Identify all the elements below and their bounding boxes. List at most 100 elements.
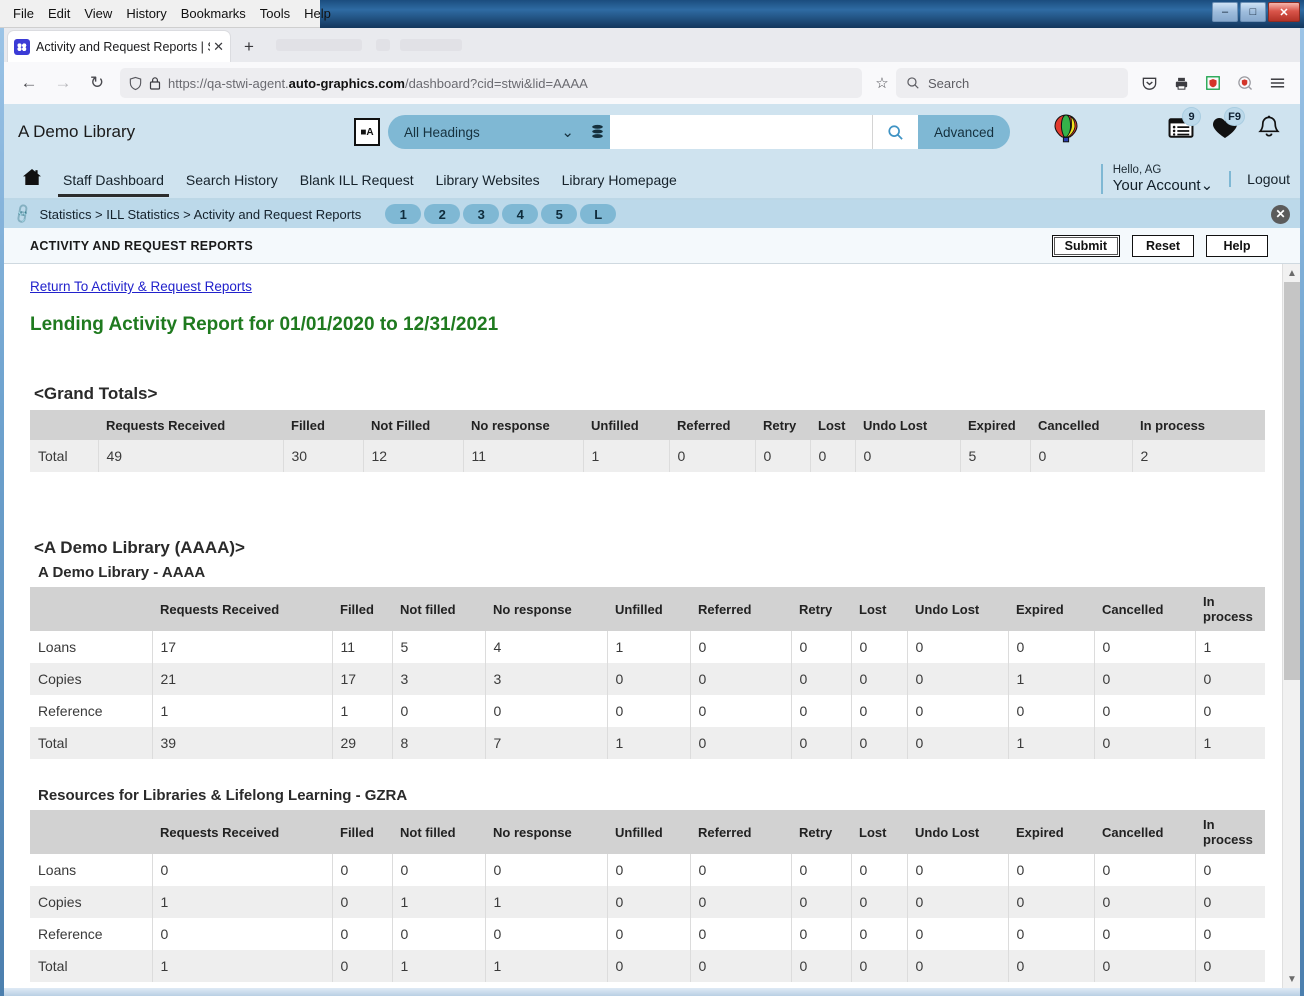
headings-select[interactable]: All Headings ⌄ [388,115,584,149]
menu-icon[interactable] [1262,69,1292,97]
back-icon[interactable]: ← [12,68,46,98]
window-titlebar: File Edit View History Bookmarks Tools H… [0,0,1304,28]
col-referred: Referred [690,810,791,854]
step-pill-l[interactable]: L [580,204,617,224]
breadcrumb: Statistics > ILL Statistics > Activity a… [39,206,362,222]
minimize-button[interactable]: – [1212,2,1238,22]
database-icon[interactable] [584,115,610,149]
vertical-scrollbar[interactable]: ▲ ▼ [1282,264,1300,988]
col-requests-received: Requests Received [152,587,332,631]
print-icon[interactable] [1166,69,1196,97]
col-retry: Retry [791,810,851,854]
ocr-keyboard-icon[interactable]: ■ A [354,118,380,146]
submit-button[interactable]: Submit [1051,234,1120,257]
cell-referred: 0 [669,440,756,472]
cell-undo-lost: 0 [907,918,1009,950]
menu-edit[interactable]: Edit [41,3,77,25]
nav-search-history[interactable]: Search History [175,162,289,196]
step-pill-4[interactable]: 4 [502,204,539,224]
browser-navbar: ← → ↻ https://qa-stwi-agent.auto-graphic… [4,62,1300,104]
col-expired: Expired [960,410,1030,440]
col-blank [30,410,98,440]
return-to-reports-link[interactable]: Return To Activity & Request Reports [30,279,252,294]
help-button[interactable]: Help [1206,234,1268,257]
new-tab-button[interactable]: + [244,37,254,57]
bookmark-star-icon[interactable]: ☆ [868,69,896,97]
hot-air-balloon-icon[interactable] [1052,114,1080,150]
account-label: Your Account⌄ [1112,176,1214,194]
nav-library-homepage[interactable]: Library Homepage [551,162,688,196]
tab-title: Activity and Request Reports | S [36,39,211,54]
col-unfilled: Unfilled [607,810,690,854]
col-in-process: In process [1195,810,1265,854]
col-lost: Lost [810,410,855,440]
menu-view[interactable]: View [77,3,119,25]
logout-link[interactable]: Logout [1229,171,1290,187]
scrollbar-thumb[interactable] [1284,282,1300,680]
reload-icon[interactable]: ↻ [80,68,114,98]
table-row: Total 49 30 12 11 1 0 0 0 0 5 0 2 [30,440,1265,472]
your-account-menu[interactable]: Hello, AG Your Account⌄ [1100,163,1229,195]
table-row: Copies 21 17 3 3 0 0 0 0 0 1 0 0 [30,663,1265,695]
cell-retry: 0 [791,631,852,663]
section-subheading-gzra: Resources for Libraries & Lifelong Learn… [38,787,408,804]
cell-retry: 0 [791,727,852,759]
tab-close-icon[interactable]: ✕ [213,39,224,55]
cell-lost: 0 [851,631,908,663]
nav-staff-dashboard[interactable]: Staff Dashboard [52,162,175,197]
bitwarden-icon[interactable] [1198,69,1228,97]
step-pill-3[interactable]: 3 [463,204,500,224]
cell-not-filled: 1 [392,886,486,918]
menu-help[interactable]: Help [297,3,338,25]
scroll-up-arrow-icon[interactable]: ▲ [1283,264,1300,282]
url-bar[interactable]: https://qa-stwi-agent.auto-graphics.com/… [120,68,862,98]
cell-label: Copies [30,663,153,695]
library-table-aaaa: Requests Received Filled Not filled No resp… [30,587,1265,759]
menu-file[interactable]: File [6,3,41,25]
advanced-search-button[interactable]: Advanced [918,115,1011,149]
reset-button[interactable]: Reset [1132,234,1194,257]
menu-history[interactable]: History [119,3,173,25]
cell-expired: 0 [1008,886,1095,918]
nav-blank-ill-request[interactable]: Blank ILL Request [289,162,425,196]
cell-referred: 0 [690,854,792,886]
step-pill-2[interactable]: 2 [424,204,461,224]
forward-icon[interactable]: → [46,68,80,98]
step-pill-5[interactable]: 5 [541,204,578,224]
menu-bookmarks[interactable]: Bookmarks [174,3,253,25]
browser-menubar: File Edit View History Bookmarks Tools H… [0,0,331,28]
tracking-shield-icon[interactable] [128,76,143,91]
favorites-heart-icon[interactable]: F9 [1208,107,1245,145]
browser-search-box[interactable]: Search [896,68,1128,98]
cell-not-filled: 0 [392,854,486,886]
cell-referred: 0 [690,886,792,918]
cell-undo-lost: 0 [855,440,961,472]
search-input[interactable] [610,115,872,149]
maximize-button[interactable]: □ [1240,2,1266,22]
close-icon[interactable]: ✕ [1271,204,1290,224]
menu-tools[interactable]: Tools [253,3,297,25]
page-title: ACTIVITY AND REQUEST REPORTS [30,238,254,253]
cell-referred: 0 [690,631,792,663]
search-submit-icon[interactable] [872,115,918,149]
bitwarden-search-icon[interactable] [1230,69,1260,97]
tab-activity-and-request-reports[interactable]: Activity and Request Reports | S ✕ [8,31,230,62]
headings-select-value: All Headings [404,124,480,140]
home-icon[interactable] [4,168,52,191]
cell-requests-received: 0 [152,918,333,950]
cell-requests-received: 49 [98,440,284,472]
grand-totals-heading: <Grand Totals> [34,384,158,403]
report-content: Return To Activity & Request Reports Len… [4,264,1278,988]
cell-in-process: 1 [1195,631,1265,663]
ghost-label-2 [376,39,390,51]
scroll-down-arrow-icon[interactable]: ▼ [1283,970,1300,988]
pocket-icon[interactable] [1134,69,1164,97]
cell-retry: 0 [791,886,852,918]
close-window-button[interactable]: ✕ [1268,2,1300,22]
step-pill-1[interactable]: 1 [385,204,422,224]
cell-in-process: 0 [1195,886,1265,918]
nav-library-websites[interactable]: Library Websites [425,162,551,196]
requests-list-icon[interactable]: 9 [1164,107,1201,145]
notifications-bell-icon[interactable] [1252,111,1286,145]
cell-retry: 0 [755,440,811,472]
